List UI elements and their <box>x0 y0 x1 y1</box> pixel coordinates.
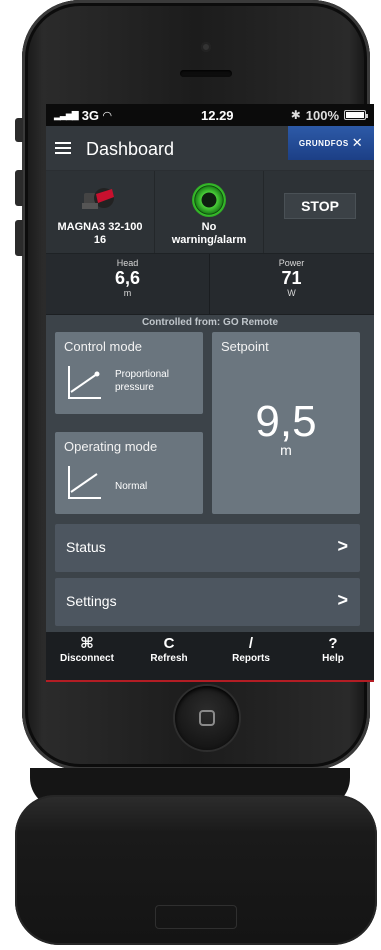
signal-icon: ▂▃▅▇ <box>54 109 79 120</box>
pencil-icon: / <box>248 635 254 652</box>
reports-label: Reports <box>232 653 270 664</box>
clock: 12.29 <box>201 107 234 123</box>
help-button[interactable]: ? Help <box>292 634 374 664</box>
status-row[interactable]: Status > <box>55 524 360 572</box>
stop-cell: STOP <box>264 171 374 253</box>
dock-slot <box>155 905 237 929</box>
disconnect-icon: ⌘ <box>80 635 94 652</box>
home-square-icon <box>199 710 215 726</box>
control-mode-line2: pressure <box>115 382 154 393</box>
setpoint-unit: m <box>280 442 292 458</box>
brand-logo: GRUNDFOS ✕ <box>288 126 374 160</box>
controlled-from-label: Controlled from: GO Remote <box>141 317 279 328</box>
proportional-pressure-graph-icon <box>68 366 101 399</box>
head-label: Head <box>116 258 139 268</box>
pump-overview: MAGNA3 32-100 16 No warning/alarm STOP <box>46 171 374 254</box>
carrier-label: 3G <box>81 107 100 123</box>
disconnect-label: Disconnect <box>60 653 114 664</box>
battery-percent: 100% <box>305 107 339 123</box>
power-value: 71 <box>281 268 302 288</box>
status-bar: ▂▃▅▇ 3G ◠ 12.29 ✱ 100% <box>46 104 374 126</box>
front-camera <box>201 42 211 52</box>
grundfos-x-icon: ✕ <box>351 135 364 150</box>
operating-mode-title: Operating mode <box>64 439 158 454</box>
alarm-line2: warning/alarm <box>171 234 247 246</box>
setpoint-tile[interactable]: Setpoint 9,5 m <box>212 332 360 514</box>
refresh-icon: C <box>163 635 175 652</box>
status-label: Status <box>66 539 106 555</box>
volume-down-button <box>15 220 23 256</box>
settings-label: Settings <box>66 593 117 609</box>
question-icon: ? <box>328 635 338 652</box>
operating-mode-tile[interactable]: Operating mode Normal <box>55 432 203 514</box>
metrics-row: Head 6,6 m Power 71 W <box>46 254 374 315</box>
normal-mode-graph-icon <box>68 466 101 499</box>
head-metric: Head 6,6 m <box>46 254 210 314</box>
mute-switch <box>15 118 23 142</box>
chevron-right-icon: > <box>337 590 348 610</box>
wifi-icon: ◠ <box>103 109 112 122</box>
help-label: Help <box>322 653 344 664</box>
reports-button[interactable]: / Reports <box>210 634 292 664</box>
alarm-line1: No <box>201 221 217 233</box>
head-unit: m <box>123 288 132 298</box>
bluetooth-icon: ✱ <box>290 108 301 122</box>
pump-info[interactable]: MAGNA3 32-100 16 <box>46 171 155 253</box>
app-header: Dashboard GRUNDFOS ✕ <box>46 126 374 171</box>
control-mode-tile[interactable]: Control mode Proportional pressure <box>55 332 203 414</box>
home-button[interactable] <box>175 686 239 750</box>
setpoint-title: Setpoint <box>221 339 269 354</box>
settings-row[interactable]: Settings > <box>55 578 360 626</box>
grundfos-go-dongle <box>15 795 377 945</box>
stop-button[interactable]: STOP <box>284 193 356 219</box>
earpiece-speaker <box>180 70 232 77</box>
page-title: Dashboard <box>86 139 175 159</box>
chevron-right-icon: > <box>337 536 348 556</box>
volume-up-button <box>15 170 23 206</box>
alarm-status[interactable]: No warning/alarm <box>155 171 264 253</box>
pump-model: MAGNA3 32-100 <box>57 221 143 233</box>
head-value: 6,6 <box>114 268 141 288</box>
pump-icon <box>82 188 114 209</box>
hamburger-menu-icon[interactable] <box>55 142 71 154</box>
status-ok-icon <box>192 183 226 217</box>
control-mode-line1: Proportional <box>115 369 169 380</box>
power-unit: W <box>287 288 296 298</box>
bottom-toolbar: ⌘ Disconnect C Refresh / Reports ? Help <box>46 632 374 682</box>
power-label: Power <box>278 258 305 268</box>
pump-model-size: 16 <box>93 234 107 246</box>
setpoint-value: 9,5 <box>255 397 317 446</box>
refresh-label: Refresh <box>150 653 188 664</box>
refresh-button[interactable]: C Refresh <box>128 634 210 664</box>
control-mode-title: Control mode <box>64 339 143 354</box>
battery-icon <box>344 110 368 120</box>
brand-name: GRUNDFOS <box>298 138 349 148</box>
power-metric: Power 71 W <box>210 254 373 314</box>
app-screen: ▂▃▅▇ 3G ◠ 12.29 ✱ 100% Dashboard GRUNDFO… <box>46 104 374 682</box>
operating-mode-value: Normal <box>115 481 148 492</box>
disconnect-button[interactable]: ⌘ Disconnect <box>46 634 128 664</box>
